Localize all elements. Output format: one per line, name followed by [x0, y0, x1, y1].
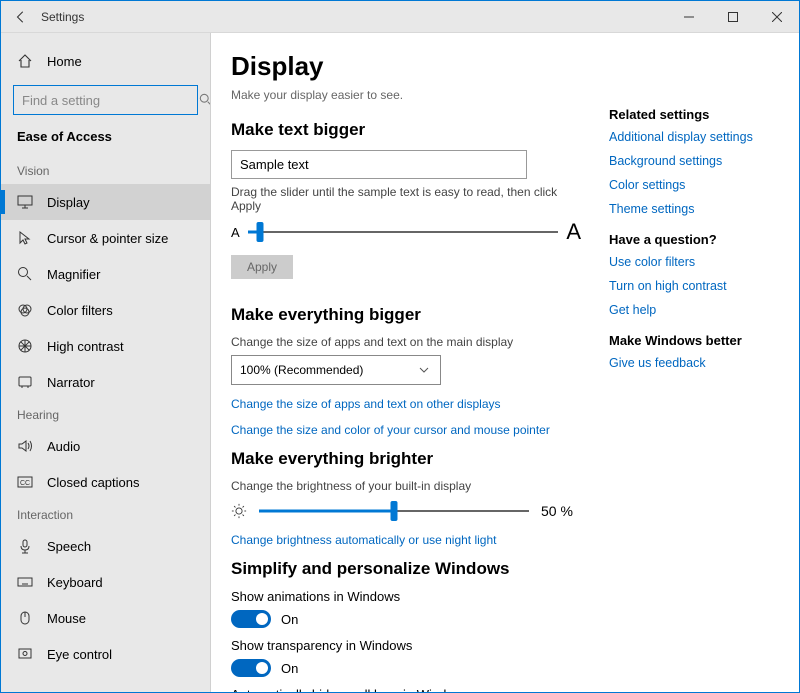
section-brighter: Make everything brighter	[231, 449, 581, 469]
titlebar: Settings	[1, 1, 799, 33]
page-title: Display	[231, 51, 581, 82]
toggle-state: On	[281, 661, 298, 676]
maximize-button[interactable]	[711, 1, 755, 32]
search-input[interactable]	[22, 93, 198, 108]
related-link[interactable]: Background settings	[609, 154, 779, 168]
link-other-displays[interactable]: Change the size of apps and text on othe…	[231, 397, 581, 411]
scale-value: 100% (Recommended)	[240, 363, 363, 377]
cc-icon: CC	[17, 474, 33, 490]
sidebar-item-magnifier[interactable]: Magnifier	[1, 256, 210, 292]
sidebar-item-label: Narrator	[47, 375, 95, 390]
sidebar-heading: Ease of Access	[1, 129, 210, 156]
search-icon	[198, 92, 211, 108]
sidebar-item-label: Speech	[47, 539, 91, 554]
help-link[interactable]: Turn on high contrast	[609, 279, 779, 293]
sidebar-item-label: Audio	[47, 439, 80, 454]
sidebar-group-label: Hearing	[1, 400, 210, 428]
sidebar-item-audio[interactable]: Audio	[1, 428, 210, 464]
small-a-icon: A	[231, 225, 240, 240]
toggle-state: On	[281, 612, 298, 627]
page-subtitle: Make your display easier to see.	[231, 88, 581, 102]
text-slider-hint: Drag the slider until the sample text is…	[231, 185, 581, 213]
sun-icon	[231, 503, 247, 519]
scale-hint: Change the size of apps and text on the …	[231, 335, 581, 349]
sidebar-item-high-contrast[interactable]: High contrast	[1, 328, 210, 364]
sidebar-item-keyboard[interactable]: Keyboard	[1, 564, 210, 600]
audio-icon	[17, 438, 33, 454]
sample-text-box: Sample text	[231, 150, 527, 179]
help-link[interactable]: Use color filters	[609, 255, 779, 269]
question-heading: Have a question?	[609, 232, 779, 247]
sidebar-item-narrator[interactable]: Narrator	[1, 364, 210, 400]
related-link[interactable]: Theme settings	[609, 202, 779, 216]
content-area: Display Make your display easier to see.…	[211, 33, 799, 692]
speech-icon	[17, 538, 33, 554]
section-everything-bigger: Make everything bigger	[231, 305, 581, 325]
search-box[interactable]	[13, 85, 198, 115]
minimize-button[interactable]	[667, 1, 711, 32]
eye-icon	[17, 646, 33, 662]
link-night-light[interactable]: Change brightness automatically or use n…	[231, 533, 581, 547]
text-size-slider[interactable]	[248, 220, 559, 244]
sidebar: Home Ease of Access Vision Display Cursor …	[1, 33, 211, 692]
sidebar-item-mouse[interactable]: Mouse	[1, 600, 210, 636]
toggle-label: Show animations in Windows	[231, 589, 581, 604]
close-button[interactable]	[755, 1, 799, 32]
toggle-label: Automatically hide scroll bars in Window…	[231, 687, 581, 692]
section-simplify: Simplify and personalize Windows	[231, 559, 581, 579]
brightness-hint: Change the brightness of your built-in d…	[231, 479, 581, 493]
keyboard-icon	[17, 574, 33, 590]
feedback-link[interactable]: Give us feedback	[609, 356, 779, 370]
large-a-icon: A	[566, 219, 581, 245]
sidebar-item-eye-control[interactable]: Eye control	[1, 636, 210, 672]
sidebar-item-closed-captions[interactable]: CC Closed captions	[1, 464, 210, 500]
toggle-label: Show transparency in Windows	[231, 638, 581, 653]
apply-button[interactable]: Apply	[231, 255, 293, 279]
mouse-icon	[17, 610, 33, 626]
colorfilter-icon	[17, 302, 33, 318]
sidebar-item-label: Color filters	[47, 303, 113, 318]
sidebar-item-label: Keyboard	[47, 575, 103, 590]
sidebar-item-label: Magnifier	[47, 267, 100, 282]
brightness-value: 50 %	[541, 503, 581, 519]
narrator-icon	[17, 374, 33, 390]
link-cursor-pointer[interactable]: Change the size and color of your cursor…	[231, 423, 581, 437]
back-button[interactable]	[1, 1, 41, 32]
window-title: Settings	[41, 10, 667, 24]
related-heading: Related settings	[609, 107, 779, 122]
related-link[interactable]: Additional display settings	[609, 130, 779, 144]
contrast-icon	[17, 338, 33, 354]
sidebar-item-label: High contrast	[47, 339, 124, 354]
sidebar-group-label: Interaction	[1, 500, 210, 528]
sidebar-item-label: Mouse	[47, 611, 86, 626]
help-link[interactable]: Get help	[609, 303, 779, 317]
sidebar-item-cursor-pointer-size[interactable]: Cursor & pointer size	[1, 220, 210, 256]
chevron-down-icon	[416, 362, 432, 378]
section-text-bigger: Make text bigger	[231, 120, 581, 140]
sidebar-item-speech[interactable]: Speech	[1, 528, 210, 564]
home-label: Home	[47, 54, 82, 69]
toggle-switch[interactable]	[231, 659, 271, 677]
sidebar-item-display[interactable]: Display	[1, 184, 210, 220]
magnifier-icon	[17, 266, 33, 282]
brightness-slider[interactable]	[259, 499, 529, 523]
home-icon	[17, 53, 33, 69]
scale-dropdown[interactable]: 100% (Recommended)	[231, 355, 441, 385]
cursor-icon	[17, 230, 33, 246]
sidebar-item-label: Closed captions	[47, 475, 140, 490]
sidebar-group-label: Vision	[1, 156, 210, 184]
sidebar-item-label: Cursor & pointer size	[47, 231, 168, 246]
sidebar-item-label: Eye control	[47, 647, 112, 662]
svg-text:CC: CC	[20, 480, 30, 487]
related-link[interactable]: Color settings	[609, 178, 779, 192]
sidebar-item-color-filters[interactable]: Color filters	[1, 292, 210, 328]
sidebar-item-label: Display	[47, 195, 90, 210]
home-button[interactable]: Home	[1, 45, 210, 77]
display-icon	[17, 194, 33, 210]
toggle-switch[interactable]	[231, 610, 271, 628]
better-heading: Make Windows better	[609, 333, 779, 348]
